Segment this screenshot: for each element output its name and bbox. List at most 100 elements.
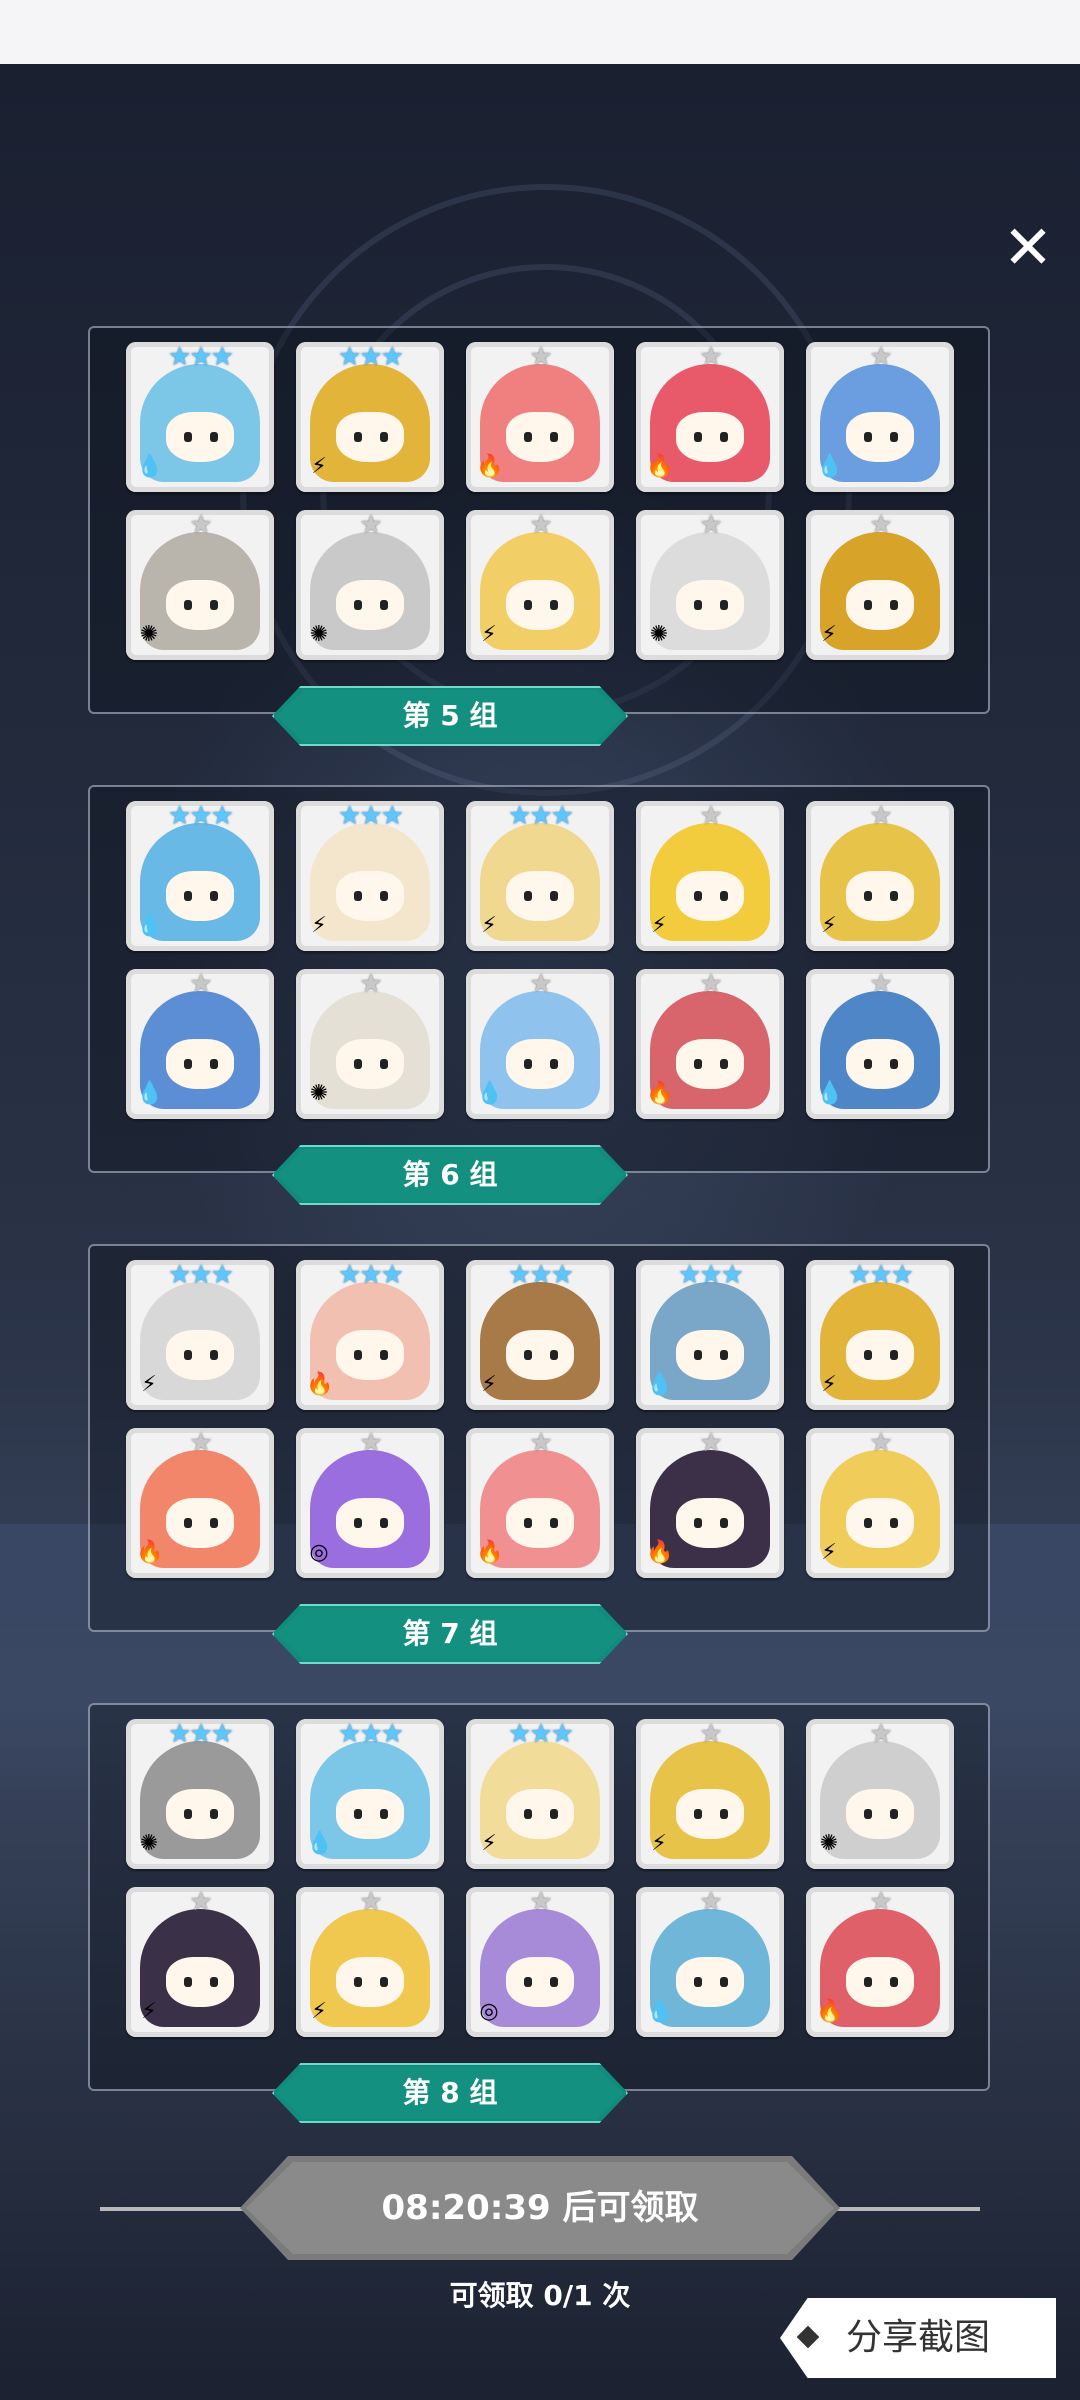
group-label: 第 7 组 (402, 1617, 498, 1650)
fire-icon: 🔥 (136, 1540, 164, 1565)
character-card[interactable]: ★ 💧 (636, 1887, 784, 2037)
water-drop-icon: 💧 (816, 454, 844, 479)
character-face (336, 1789, 404, 1839)
character-card[interactable]: ★★★ ⚡ (126, 1260, 274, 1410)
star-rating: ★ (189, 1887, 212, 1917)
character-face (166, 412, 234, 462)
character-card[interactable]: ★ ⚡ (466, 510, 614, 660)
character-face (506, 1789, 574, 1839)
character-card[interactable]: ★ 🔥 (126, 1428, 274, 1578)
character-eye (210, 432, 218, 442)
character-eye (380, 1350, 388, 1360)
star-rating: ★ (189, 1428, 212, 1458)
character-card[interactable]: ★ ⚡ (296, 1887, 444, 2037)
star-rating: ★ (869, 969, 892, 999)
character-card[interactable]: ★ ✺ (296, 969, 444, 1119)
character-face (676, 1957, 744, 2007)
character-card[interactable]: ★★★ 💧 (126, 342, 274, 492)
close-icon[interactable]: ✕ (998, 218, 1058, 278)
character-card[interactable]: ★ ⚡ (636, 1719, 784, 1869)
card-group-8: ★★★ ✺ ★★★ 💧 ★★★ ⚡ ★ ⚡ ★ ✺ ★ ⚡ ★ ⚡ ★ ◎ ★ 💧 ★ 🔥 (88, 1703, 990, 2091)
character-eye (354, 1809, 362, 1819)
character-card[interactable]: ★ ✺ (636, 510, 784, 660)
character-card[interactable]: ★★★ ✺ (126, 1719, 274, 1869)
character-card[interactable]: ★★★ ⚡ (296, 342, 444, 492)
star-rating: ★★★ (848, 1260, 914, 1290)
star-rating: ★★★ (338, 1719, 404, 1749)
character-card[interactable]: ★ 💧 (806, 342, 954, 492)
fire-icon: 🔥 (646, 1540, 674, 1565)
character-card[interactable]: ★ ⚡ (806, 801, 954, 951)
character-eye (694, 1059, 702, 1069)
star-rating: ★ (529, 510, 552, 540)
claim-button[interactable]: 08:20:39 后可领取 (240, 2156, 840, 2260)
character-card[interactable]: ★ ✺ (806, 1719, 954, 1869)
water-drop-icon: 💧 (646, 1372, 674, 1397)
character-card[interactable]: ★ ✺ (126, 510, 274, 660)
star-rating: ★★★ (508, 1260, 574, 1290)
character-card[interactable]: ★ ◎ (466, 1887, 614, 2037)
character-eye (864, 432, 872, 442)
star-rating: ★ (529, 342, 552, 372)
character-card[interactable]: ★ ⚡ (126, 1887, 274, 2037)
character-card[interactable]: ★ ⚡ (806, 510, 954, 660)
character-card[interactable]: ★ 🔥 (636, 342, 784, 492)
lightning-icon: ⚡ (821, 622, 837, 647)
star-rating: ★★★ (168, 1719, 234, 1749)
character-eye (184, 1059, 192, 1069)
character-eye (524, 1518, 532, 1528)
character-card[interactable]: ★ 🔥 (636, 1428, 784, 1578)
character-face (166, 871, 234, 921)
character-card[interactable]: ★ 🔥 (466, 1428, 614, 1578)
character-card[interactable]: ★ ⚡ (636, 801, 784, 951)
character-face (166, 1957, 234, 2007)
character-face (676, 1039, 744, 1089)
character-card[interactable]: ★ ✺ (296, 510, 444, 660)
water-drop-icon: 💧 (136, 913, 164, 938)
character-eye (184, 891, 192, 901)
character-face (676, 1330, 744, 1380)
character-eye (210, 1518, 218, 1528)
character-eye (694, 600, 702, 610)
character-eye (890, 1809, 898, 1819)
character-card[interactable]: ★★★ ⚡ (466, 1719, 614, 1869)
character-card[interactable]: ★ 🔥 (466, 342, 614, 492)
character-card[interactable]: ★ 🔥 (636, 969, 784, 1119)
character-eye (864, 1809, 872, 1819)
character-card[interactable]: ★★★ ⚡ (296, 801, 444, 951)
character-card[interactable]: ★★★ 🔥 (296, 1260, 444, 1410)
character-card[interactable]: ★★★ 💧 (636, 1260, 784, 1410)
card-grid: ★★★ 💧 ★★★ ⚡ ★★★ ⚡ ★ ⚡ ★ ⚡ ★ 💧 ★ ✺ ★ 💧 ★ 🔥 ★ 💧 (126, 801, 954, 1119)
character-card[interactable]: ★ 💧 (126, 969, 274, 1119)
character-card[interactable]: ★★★ ⚡ (806, 1260, 954, 1410)
lightning-icon: ⚡ (821, 1372, 837, 1397)
character-eye (354, 1059, 362, 1069)
character-card[interactable]: ★★★ ⚡ (466, 1260, 614, 1410)
star-rating: ★ (359, 510, 382, 540)
character-face (846, 1039, 914, 1089)
character-card[interactable]: ★ 🔥 (806, 1887, 954, 2037)
lightning-icon: ⚡ (481, 622, 497, 647)
character-eye (184, 1809, 192, 1819)
fire-icon: 🔥 (646, 454, 674, 479)
character-card[interactable]: ★ ◎ (296, 1428, 444, 1578)
character-face (336, 412, 404, 462)
star-rating: ★★★ (338, 342, 404, 372)
character-card[interactable]: ★ 💧 (806, 969, 954, 1119)
character-face (506, 1330, 574, 1380)
character-card[interactable]: ★★★ 💧 (126, 801, 274, 951)
character-eye (890, 1350, 898, 1360)
star-rating: ★ (869, 1887, 892, 1917)
character-card[interactable]: ★★★ 💧 (296, 1719, 444, 1869)
character-eye (354, 891, 362, 901)
character-card[interactable]: ★ ⚡ (806, 1428, 954, 1578)
light-icon: ✺ (649, 622, 669, 647)
character-face (676, 871, 744, 921)
claim-count-text: 可领取 0/1 次 (449, 2279, 631, 2312)
character-eye (354, 600, 362, 610)
character-card[interactable]: ★ 💧 (466, 969, 614, 1119)
character-card[interactable]: ★★★ ⚡ (466, 801, 614, 951)
card-grid: ★★★ ✺ ★★★ 💧 ★★★ ⚡ ★ ⚡ ★ ✺ ★ ⚡ ★ ⚡ ★ ◎ ★ 💧 ★ 🔥 (126, 1719, 954, 2037)
share-screenshot-button[interactable]: 分享截图 (780, 2298, 1056, 2378)
light-icon: ✺ (309, 1081, 329, 1106)
